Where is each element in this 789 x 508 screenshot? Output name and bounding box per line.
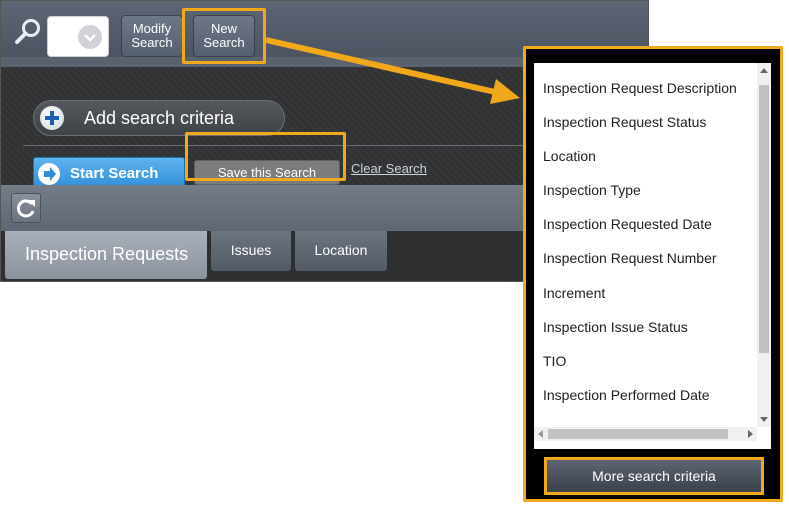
refresh-icon [17, 199, 35, 218]
chevron-down-icon [78, 25, 102, 49]
list-item[interactable]: Inspection Request Number [543, 250, 717, 266]
vertical-scrollbar[interactable] [757, 63, 771, 427]
refresh-button[interactable] [11, 193, 41, 223]
saved-search-dropdown[interactable] [47, 16, 109, 57]
list-item[interactable]: Location [543, 148, 596, 164]
horizontal-scroll-thumb[interactable] [548, 429, 728, 439]
modify-search-button[interactable]: Modify Search [121, 15, 183, 57]
modify-search-label-1: Modify [132, 21, 172, 36]
new-search-highlight [182, 8, 266, 64]
list-item[interactable]: Inspection Request Description [543, 80, 737, 96]
tab-inspection-requests[interactable]: Inspection Requests [5, 231, 207, 279]
search-icon[interactable] [13, 17, 43, 47]
modify-search-label-2: Search [131, 35, 173, 50]
add-search-criteria-label: Add search criteria [84, 108, 235, 128]
list-item[interactable]: Inspection Performed Date [543, 387, 710, 403]
list-item[interactable]: Increment [543, 285, 605, 301]
scroll-right-icon[interactable] [748, 430, 753, 438]
clear-search-link[interactable]: Clear Search [351, 161, 427, 176]
vertical-scroll-thumb[interactable] [759, 85, 769, 353]
scroll-up-icon[interactable] [760, 68, 768, 73]
list-item[interactable]: Inspection Type [543, 182, 641, 198]
arrow-right-icon [38, 163, 60, 185]
scroll-down-icon[interactable] [760, 417, 768, 422]
tab-location[interactable]: Location [295, 231, 387, 271]
plus-icon [40, 106, 64, 130]
list-item[interactable]: TIO [543, 353, 566, 369]
save-search-highlight [185, 132, 346, 181]
scroll-left-icon[interactable] [538, 430, 543, 438]
list-item[interactable]: Inspection Requested Date [543, 216, 712, 232]
more-search-criteria-button[interactable]: More search criteria [544, 457, 764, 495]
search-criteria-popup: Inspection Request Description Inspectio… [523, 46, 783, 502]
tab-issues[interactable]: Issues [211, 231, 291, 271]
criteria-list: Inspection Request Description Inspectio… [534, 63, 771, 449]
list-item[interactable]: Inspection Request Status [543, 114, 706, 130]
start-search-label: Start Search [70, 165, 159, 182]
add-search-criteria-button[interactable]: Add search criteria [33, 100, 285, 136]
horizontal-scrollbar[interactable] [534, 427, 757, 441]
list-item[interactable]: Inspection Issue Status [543, 319, 688, 335]
